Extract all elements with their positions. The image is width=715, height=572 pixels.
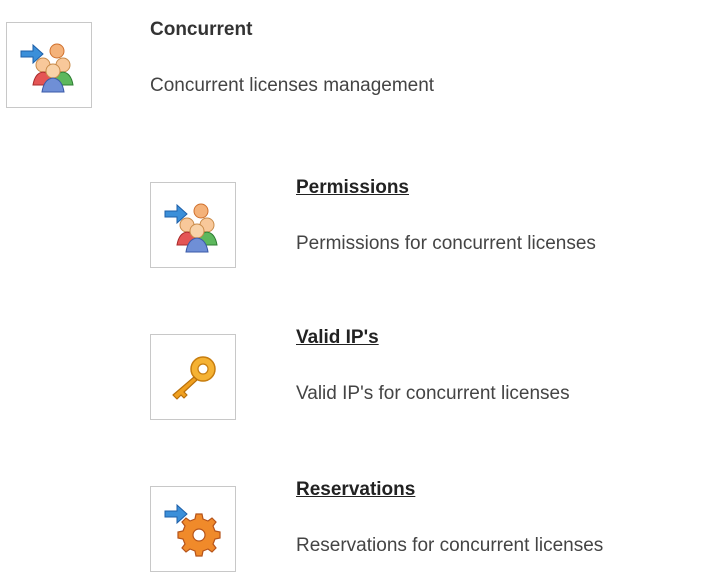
permissions-link[interactable]: Permissions [296, 178, 409, 197]
reservations-icon-box[interactable] [150, 486, 236, 572]
concurrent-page: Concurrent Concurrent licenses managemen… [0, 0, 715, 572]
reservations-link[interactable]: Reservations [296, 480, 415, 499]
valid-ips-description: Valid IP's for concurrent licenses [296, 383, 570, 404]
permissions-title[interactable]: Permissions [296, 177, 409, 198]
valid-ips-link[interactable]: Valid IP's [296, 328, 379, 347]
gear-arrow-icon [164, 503, 221, 557]
users-arrow-icon [20, 43, 74, 93]
permissions-description: Permissions for concurrent licenses [296, 233, 596, 254]
valid-ips-icon-box[interactable] [150, 334, 236, 420]
page-title: Concurrent [150, 19, 253, 40]
permissions-icon-box[interactable] [150, 182, 236, 268]
users-arrow-icon [164, 203, 218, 253]
reservations-description: Reservations for concurrent licenses [296, 535, 604, 556]
reservations-title[interactable]: Reservations [296, 479, 415, 500]
valid-ips-title[interactable]: Valid IP's [296, 327, 379, 348]
concurrent-icon-box [6, 22, 92, 108]
page-description: Concurrent licenses management [150, 75, 435, 96]
key-icon [172, 356, 216, 400]
